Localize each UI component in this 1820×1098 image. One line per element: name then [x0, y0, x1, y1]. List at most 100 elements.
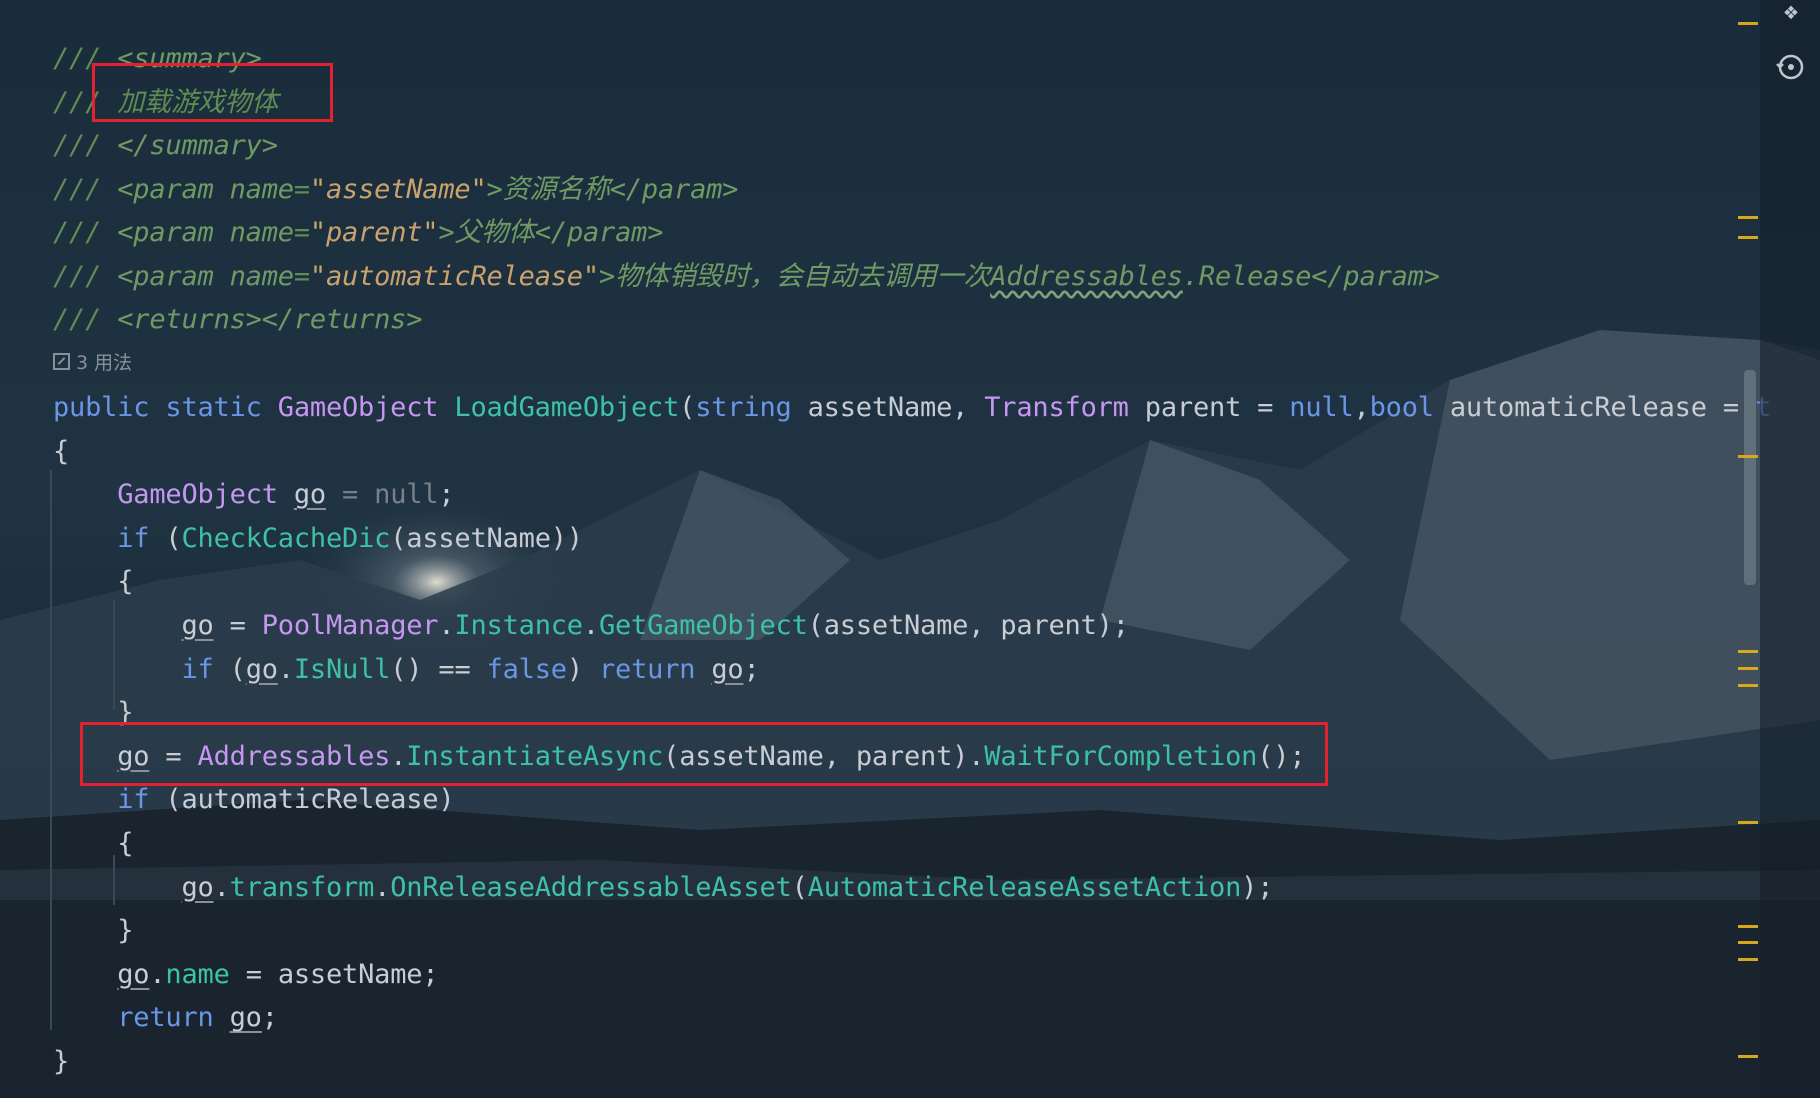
code-token: "automaticRelease": [309, 260, 599, 292]
code-token: name: [229, 260, 294, 292]
code-token: Addressables: [990, 260, 1183, 292]
code-token: (: [229, 653, 246, 685]
code-line[interactable]: {: [53, 822, 133, 865]
code-token: ;: [743, 653, 760, 685]
code-token: (: [791, 871, 808, 903]
warning-marker[interactable]: [1738, 684, 1758, 687]
code-token: bool: [1369, 392, 1450, 423]
code-token: if: [181, 653, 230, 685]
code-token: ///: [53, 217, 118, 248]
code-line[interactable]: if (CheckCacheDic(assetName)): [53, 517, 583, 560]
indent-guide: [113, 855, 115, 905]
code-token: ///: [53, 173, 118, 205]
doc-comment-line[interactable]: /// <returns></returns>: [53, 298, 422, 341]
code-editor[interactable]: /// <summary>/// 加载游戏物体/// </summary>///…: [0, 0, 1771, 1098]
doc-comment-line[interactable]: /// <param name="automaticRelease">物体销毁时…: [53, 255, 1440, 298]
code-token: =: [213, 610, 262, 641]
doc-comment-line[interactable]: /// <param name="assetName">资源名称</param>: [53, 168, 738, 211]
warning-marker[interactable]: [1738, 22, 1758, 25]
code-token: = assetName;: [229, 958, 439, 990]
code-token: .: [149, 958, 166, 990]
code-token: (automaticRelease): [165, 784, 455, 816]
code-line[interactable]: {: [53, 560, 133, 603]
code-token: CheckCacheDic: [181, 522, 391, 554]
code-line[interactable]: GameObject go = null;: [53, 473, 454, 516]
code-token: go: [181, 871, 214, 903]
code-token: go: [229, 1002, 262, 1034]
code-token: public: [53, 392, 166, 423]
code-token: () ==: [390, 653, 487, 685]
code-token: false: [486, 653, 567, 685]
code-token: =: [293, 173, 310, 205]
warning-marker[interactable]: [1738, 667, 1758, 670]
code-token: =: [293, 217, 310, 248]
code-token: go: [181, 610, 214, 641]
code-token: (assetName)): [390, 522, 583, 554]
usages-label: 3 用法: [76, 352, 133, 374]
code-token: ///: [53, 260, 118, 292]
code-token: return: [598, 653, 712, 685]
code-line[interactable]: public static GameObject LoadGameObject(…: [53, 386, 1771, 429]
doc-comment-line[interactable]: /// <param name="parent">父物体</param>: [53, 211, 663, 254]
code-token: "parent": [309, 217, 439, 248]
code-line[interactable]: }: [53, 1040, 69, 1083]
warning-marker[interactable]: [1738, 455, 1758, 458]
code-token: go: [711, 653, 744, 685]
code-token: <param: [117, 260, 230, 292]
code-line[interactable]: if (go.IsNull() == false) return go;: [53, 648, 760, 691]
code-token: >物体销毁时，会自动去调用一次: [598, 260, 991, 292]
code-token: >资源名称</param>: [486, 173, 739, 205]
warning-marker[interactable]: [1738, 650, 1758, 653]
code-token: (: [679, 392, 696, 423]
code-token: static: [165, 392, 278, 423]
history-icon[interactable]: [1776, 52, 1806, 82]
code-token: go: [245, 653, 278, 685]
code-token: Transform: [984, 392, 1145, 423]
code-token: name: [165, 958, 230, 990]
code-token: .: [213, 871, 230, 903]
warning-marker[interactable]: [1738, 941, 1758, 944]
code-token: if: [117, 784, 166, 816]
scrollbar-thumb[interactable]: [1744, 370, 1756, 585]
code-token: <param: [117, 217, 230, 248]
warning-marker[interactable]: [1738, 925, 1758, 928]
doc-comment-line[interactable]: /// </summary>: [53, 124, 278, 167]
code-line[interactable]: }: [53, 909, 133, 952]
code-token: assetName,: [807, 392, 985, 423]
code-token: LoadGameObject: [454, 392, 680, 423]
code-token: .: [438, 610, 455, 641]
highlight-box-summary: [92, 63, 333, 122]
inspection-widget-icon[interactable]: ❖: [1776, 0, 1806, 26]
code-token: string: [695, 392, 808, 423]
code-token: GameObject: [117, 479, 294, 511]
code-token: (assetName, parent);: [807, 610, 1129, 641]
code-token: {: [53, 566, 134, 598]
code-token: Instance: [454, 610, 583, 641]
code-token: transform: [229, 871, 375, 903]
code-token: GetGameObject: [598, 610, 808, 641]
code-token: <param: [117, 173, 230, 205]
code-token: (: [165, 522, 182, 554]
code-line[interactable]: return go;: [53, 996, 278, 1039]
code-token: name: [229, 173, 294, 205]
warning-marker[interactable]: [1738, 216, 1758, 219]
code-token: OnReleaseAddressableAsset: [390, 871, 792, 903]
warning-marker[interactable]: [1738, 958, 1758, 961]
usages-hint[interactable]: 3 用法: [53, 348, 132, 378]
code-line[interactable]: go.name = assetName;: [53, 953, 438, 996]
warning-marker[interactable]: [1738, 1055, 1758, 1058]
code-token: {: [53, 828, 134, 859]
code-token: ,: [1353, 392, 1370, 423]
code-token: null: [374, 479, 439, 511]
code-token: AutomaticReleaseAssetAction: [807, 871, 1242, 903]
warning-marker[interactable]: [1738, 821, 1758, 824]
warning-marker[interactable]: [1738, 236, 1758, 239]
code-line[interactable]: go.transform.OnReleaseAddressableAsset(A…: [53, 866, 1273, 909]
code-token: ;: [261, 1002, 278, 1034]
code-line[interactable]: {: [53, 430, 69, 473]
code-line[interactable]: go = PoolManager.Instance.GetGameObject(…: [53, 604, 1129, 647]
